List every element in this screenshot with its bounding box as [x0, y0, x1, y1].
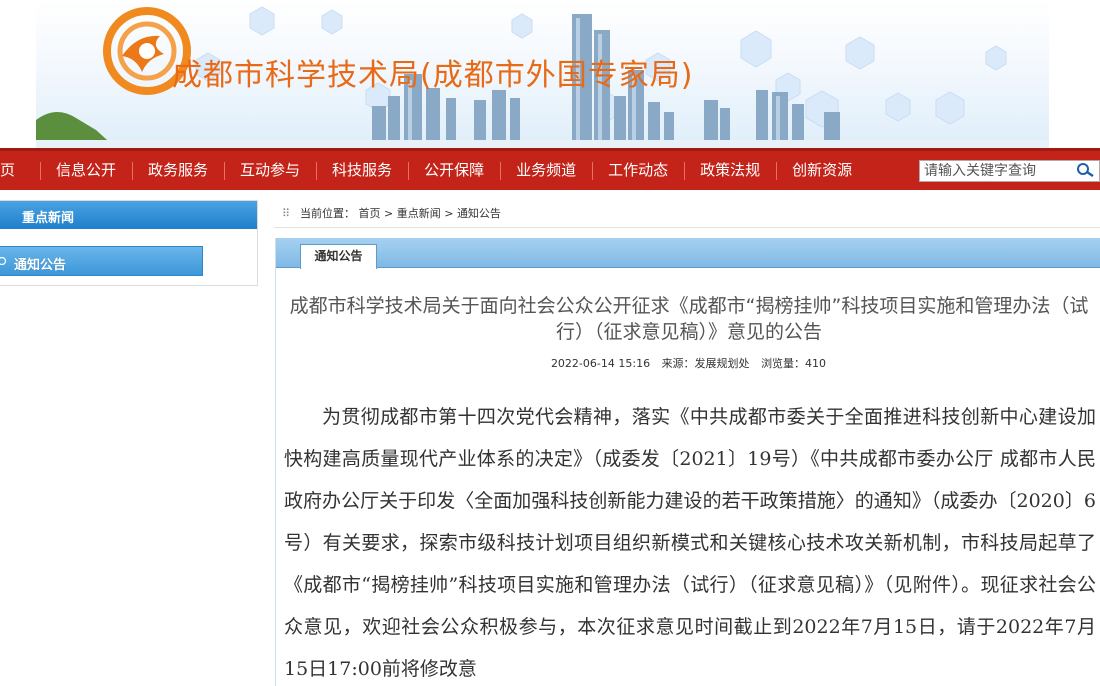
nav-item-work-updates[interactable]: 工作动态 — [592, 151, 684, 190]
breadcrumb-prefix: 当前位置： — [300, 207, 355, 220]
bullet-icon — [0, 257, 7, 265]
sidebar-header-title: 重点新闻 — [22, 211, 75, 226]
article-date: 2022-06-14 15:16 — [550, 357, 651, 370]
main-nav: 页 信息公开 政务服务 互动参与 科技服务 公开保障 业务频道 工作动态 政策法… — [0, 148, 1100, 190]
breadcrumb-key-news[interactable]: 重点新闻 — [397, 207, 441, 220]
search-input[interactable] — [920, 161, 1070, 181]
article-source: 来源：发展规划处 — [661, 357, 750, 370]
sidebar-header: 重点新闻 — [0, 201, 257, 229]
site-banner: 成都市科学技术局(成都市外国专家局) — [0, 0, 1100, 148]
nav-item-info-disclosure[interactable]: 信息公开 — [40, 151, 132, 190]
breadcrumb-separator: > — [384, 207, 394, 220]
breadcrumb-text: 当前位置： 首页 > 重点新闻 > 通知公告 — [300, 200, 501, 228]
article-views: 浏览量：410 — [761, 357, 827, 370]
breadcrumb-home[interactable]: 首页 — [359, 207, 381, 220]
tab-notices[interactable]: 通知公告 — [300, 244, 377, 269]
article-meta: 2022-06-14 15:16 来源：发展规划处 浏览量：410 — [276, 355, 1100, 371]
sidebar: 重点新闻 通知公告 — [0, 200, 258, 286]
search-box — [919, 160, 1100, 182]
nav-item-government-services[interactable]: 政务服务 — [132, 151, 224, 190]
nav-item-innovation-resources[interactable]: 创新资源 — [776, 151, 868, 190]
nav-item-business-channel[interactable]: 业务频道 — [500, 151, 592, 190]
breadcrumb-separator: > — [444, 207, 454, 220]
nav-item-policies[interactable]: 政策法规 — [684, 151, 776, 190]
breadcrumb: ⠿ 当前位置： 首页 > 重点新闻 > 通知公告 — [274, 200, 1100, 228]
panel-header: 通知公告 — [276, 238, 1100, 269]
article-paragraph: 为贯彻成都市第十四次党代会精神，落实《中共成都市委关于全面推进科技创新中心建设加… — [284, 406, 1096, 680]
nav-items: 页 信息公开 政务服务 互动参与 科技服务 公开保障 业务频道 工作动态 政策法… — [0, 151, 868, 190]
search-button[interactable] — [1070, 161, 1100, 181]
nav-item-tech-services[interactable]: 科技服务 — [316, 151, 408, 190]
sidebar-item-notices[interactable]: 通知公告 — [0, 246, 203, 276]
breadcrumb-dots-icon: ⠿ — [282, 207, 291, 220]
breadcrumb-notices[interactable]: 通知公告 — [457, 207, 501, 220]
article-body: 为贯彻成都市第十四次党代会精神，落实《中共成都市委关于全面推进科技创新中心建设加… — [284, 396, 1096, 686]
content-panel: 通知公告 成都市科学技术局关于面向社会公众公开征求《成都市“揭榜挂帅”科技项目实… — [275, 238, 1100, 686]
nav-item-home[interactable]: 页 — [0, 151, 40, 190]
site-title: 成都市科学技术局(成都市外国专家局) — [172, 58, 694, 93]
nav-item-disclosure-guarantee[interactable]: 公开保障 — [408, 151, 500, 190]
search-icon — [1077, 163, 1094, 178]
article-title: 成都市科学技术局关于面向社会公众公开征求《成都市“揭榜挂帅”科技项目实施和管理办… — [289, 295, 1089, 343]
sidebar-item-label: 通知公告 — [14, 258, 67, 273]
nav-item-interaction[interactable]: 互动参与 — [224, 151, 316, 190]
